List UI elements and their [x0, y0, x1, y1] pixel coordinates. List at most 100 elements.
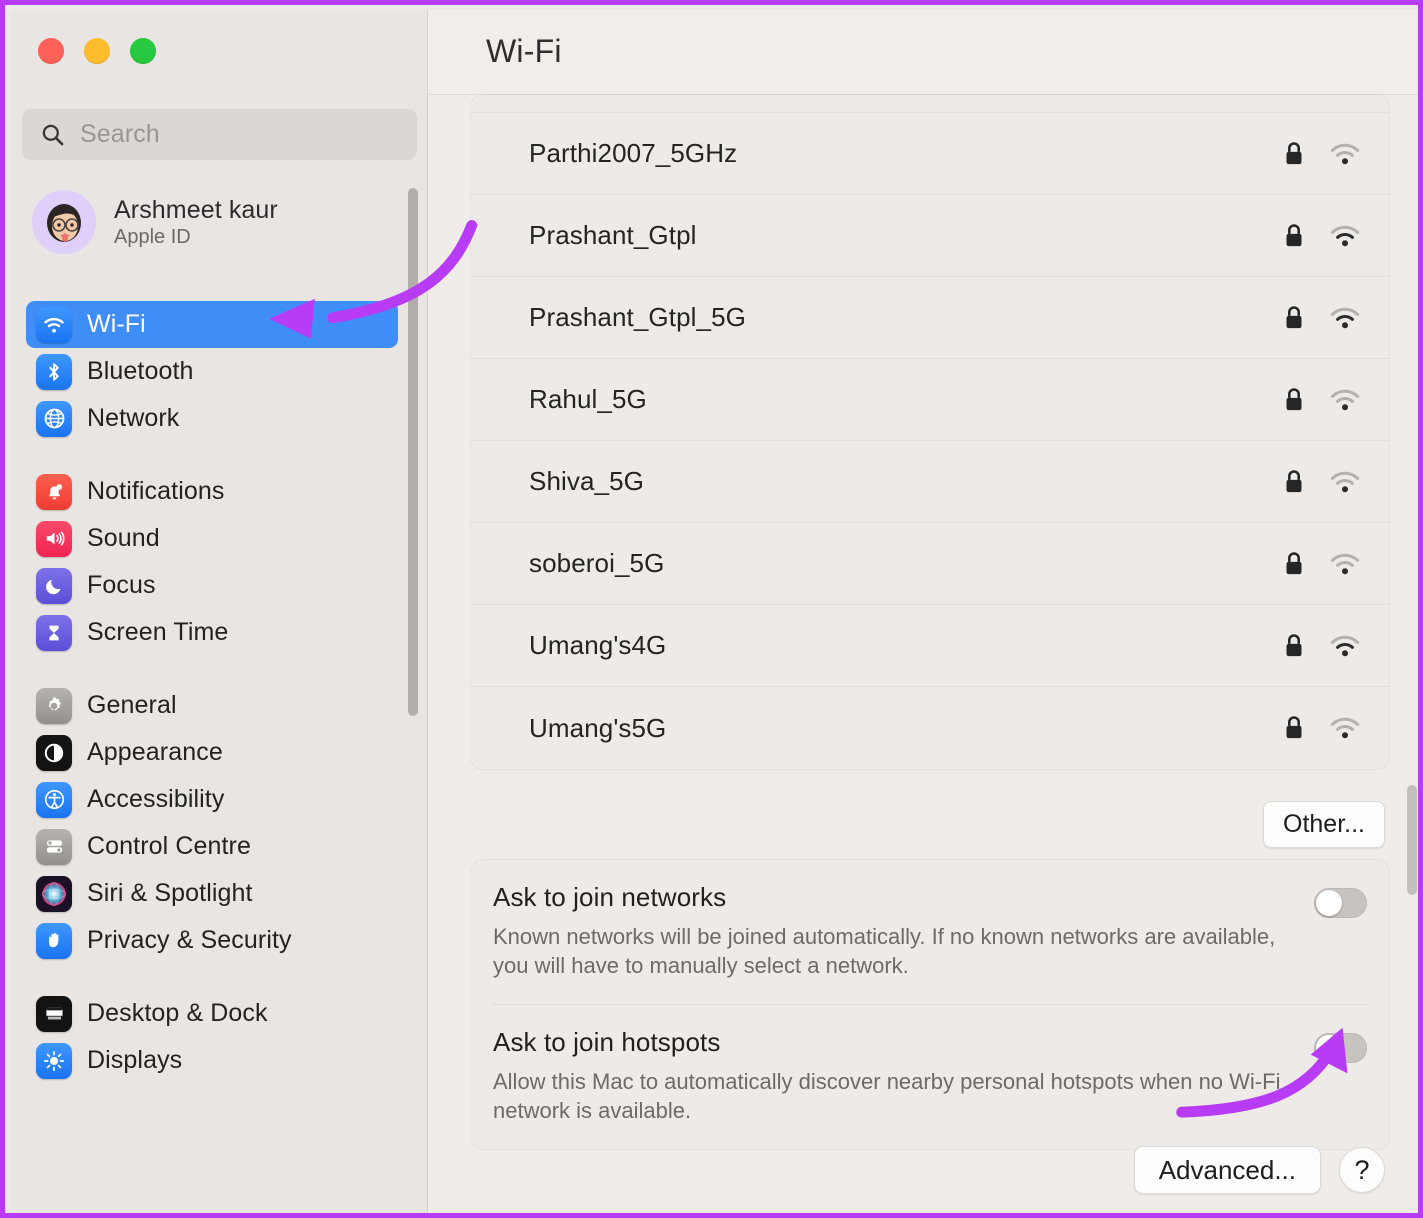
control-centre-icon [36, 829, 72, 865]
sidebar-item-sound[interactable]: Sound [26, 515, 398, 562]
sidebar-item-notifications[interactable]: Notifications [26, 468, 398, 515]
sidebar-item-accessibility[interactable]: Accessibility [26, 776, 398, 823]
wifi-signal-icon [1329, 388, 1361, 412]
lock-icon [1281, 713, 1307, 743]
sidebar-item-label: Notifications [87, 477, 224, 506]
ask-to-join-networks-toggle[interactable] [1314, 888, 1367, 918]
table-row[interactable]: Prashant_Gtpl [471, 195, 1389, 277]
hand-icon [36, 923, 72, 959]
sidebar-item-siri-spotlight[interactable]: Siri & Spotlight [26, 870, 398, 917]
sidebar-item-bluetooth[interactable]: Bluetooth [26, 348, 398, 395]
wifi-signal-icon [1329, 224, 1361, 248]
sidebar-item-focus[interactable]: Focus [26, 562, 398, 609]
apple-id-profile[interactable]: Arshmeet kaur Apple ID [32, 190, 278, 254]
gear-icon [36, 688, 72, 724]
accessibility-icon [36, 782, 72, 818]
main-scrollbar[interactable] [1407, 185, 1417, 1128]
search-placeholder: Search [80, 120, 160, 149]
other-button[interactable]: Other... [1263, 801, 1385, 848]
siri-icon [36, 876, 72, 912]
sidebar-item-label: Bluetooth [87, 357, 194, 386]
search-icon [40, 122, 66, 148]
main-scrollbar-thumb[interactable] [1407, 785, 1417, 895]
network-name: Umang's5G [529, 713, 1281, 744]
sidebar-item-general[interactable]: General [26, 682, 398, 729]
sidebar-scrollbar[interactable] [408, 188, 418, 716]
sidebar-item-label: Displays [87, 1046, 182, 1075]
table-row[interactable]: Umang's5G [471, 687, 1389, 769]
sidebar-item-label: General [87, 691, 177, 720]
nav-group-connectivity: Wi-Fi Bluetooth [26, 301, 398, 442]
search-input[interactable]: Search [22, 109, 417, 160]
nav-group-personalization: General Appearance [26, 682, 398, 964]
lock-icon [1281, 385, 1307, 415]
network-row-partial [471, 95, 1389, 113]
window-controls [38, 38, 156, 64]
maximize-button[interactable] [130, 38, 156, 64]
sidebar-item-displays[interactable]: Displays [26, 1037, 398, 1084]
settings-nav: Wi-Fi Bluetooth [26, 301, 398, 1084]
table-row[interactable]: Umang's4G [471, 605, 1389, 687]
wifi-options-card: Ask to join networks Known networks will… [471, 860, 1389, 1149]
network-name: soberoi_5G [529, 548, 1281, 579]
advanced-button[interactable]: Advanced... [1134, 1146, 1321, 1194]
sidebar-item-wifi[interactable]: Wi-Fi [26, 301, 398, 348]
sidebar: Search [10, 10, 428, 1218]
sidebar-item-label: Control Centre [87, 832, 251, 861]
bell-icon [36, 474, 72, 510]
sidebar-item-appearance[interactable]: Appearance [26, 729, 398, 776]
lock-icon [1281, 139, 1307, 169]
network-name: Shiva_5G [529, 466, 1281, 497]
network-name: Parthi2007_5GHz [529, 138, 1281, 169]
setting-description: Known networks will be joined automatica… [493, 922, 1293, 980]
toggle-knob [1316, 890, 1342, 916]
ask-to-join-hotspots-toggle[interactable] [1314, 1033, 1367, 1063]
table-row[interactable]: Parthi2007_5GHz [471, 113, 1389, 195]
network-name: Umang's4G [529, 630, 1281, 661]
lock-icon [1281, 467, 1307, 497]
nav-group-desktop: Desktop & Dock [26, 990, 398, 1084]
setting-title: Ask to join networks [493, 882, 1296, 913]
sidebar-item-label: Privacy & Security [87, 926, 292, 955]
sidebar-item-privacy-security[interactable]: Privacy & Security [26, 917, 398, 964]
sidebar-item-label: Desktop & Dock [87, 999, 268, 1028]
moon-icon [36, 568, 72, 604]
sidebar-item-desktop-dock[interactable]: Desktop & Dock [26, 990, 398, 1037]
setting-description: Allow this Mac to automatically discover… [493, 1067, 1293, 1125]
table-row[interactable]: Prashant_Gtpl_5G [471, 277, 1389, 359]
wifi-signal-icon [1329, 552, 1361, 576]
desktop-dock-icon [36, 996, 72, 1032]
brightness-icon [36, 1043, 72, 1079]
help-button[interactable]: ? [1339, 1147, 1385, 1193]
lock-icon [1281, 221, 1307, 251]
panel-body: Parthi2007_5GHz Prasha [428, 95, 1423, 1218]
panel-footer: Advanced... ? [1134, 1146, 1385, 1194]
sidebar-item-label: Appearance [87, 738, 223, 767]
wifi-signal-icon [1329, 142, 1361, 166]
page-title: Wi-Fi [486, 33, 562, 70]
wifi-signal-icon [1329, 306, 1361, 330]
table-row[interactable]: Rahul_5G [471, 359, 1389, 441]
table-row[interactable]: Shiva_5G [471, 441, 1389, 523]
minimize-button[interactable] [84, 38, 110, 64]
setting-ask-to-join-networks: Ask to join networks Known networks will… [493, 860, 1367, 1005]
main-panel: Wi-Fi Parthi2007_5GHz [428, 10, 1423, 1218]
network-name: Prashant_Gtpl [529, 220, 1281, 251]
network-name: Rahul_5G [529, 384, 1281, 415]
sidebar-item-control-centre[interactable]: Control Centre [26, 823, 398, 870]
bluetooth-icon [36, 354, 72, 390]
hourglass-icon [36, 615, 72, 651]
avatar [32, 190, 96, 254]
setting-ask-to-join-hotspots: Ask to join hotspots Allow this Mac to a… [493, 1005, 1367, 1149]
wifi-icon [36, 307, 72, 343]
sidebar-item-screen-time[interactable]: Screen Time [26, 609, 398, 656]
lock-icon [1281, 631, 1307, 661]
sidebar-item-label: Siri & Spotlight [87, 879, 253, 908]
sidebar-scrollbar-thumb[interactable] [408, 188, 418, 716]
toggle-knob [1316, 1035, 1342, 1061]
table-row[interactable]: soberoi_5G [471, 523, 1389, 605]
globe-icon [36, 401, 72, 437]
sidebar-item-network[interactable]: Network [26, 395, 398, 442]
close-button[interactable] [38, 38, 64, 64]
speaker-icon [36, 521, 72, 557]
